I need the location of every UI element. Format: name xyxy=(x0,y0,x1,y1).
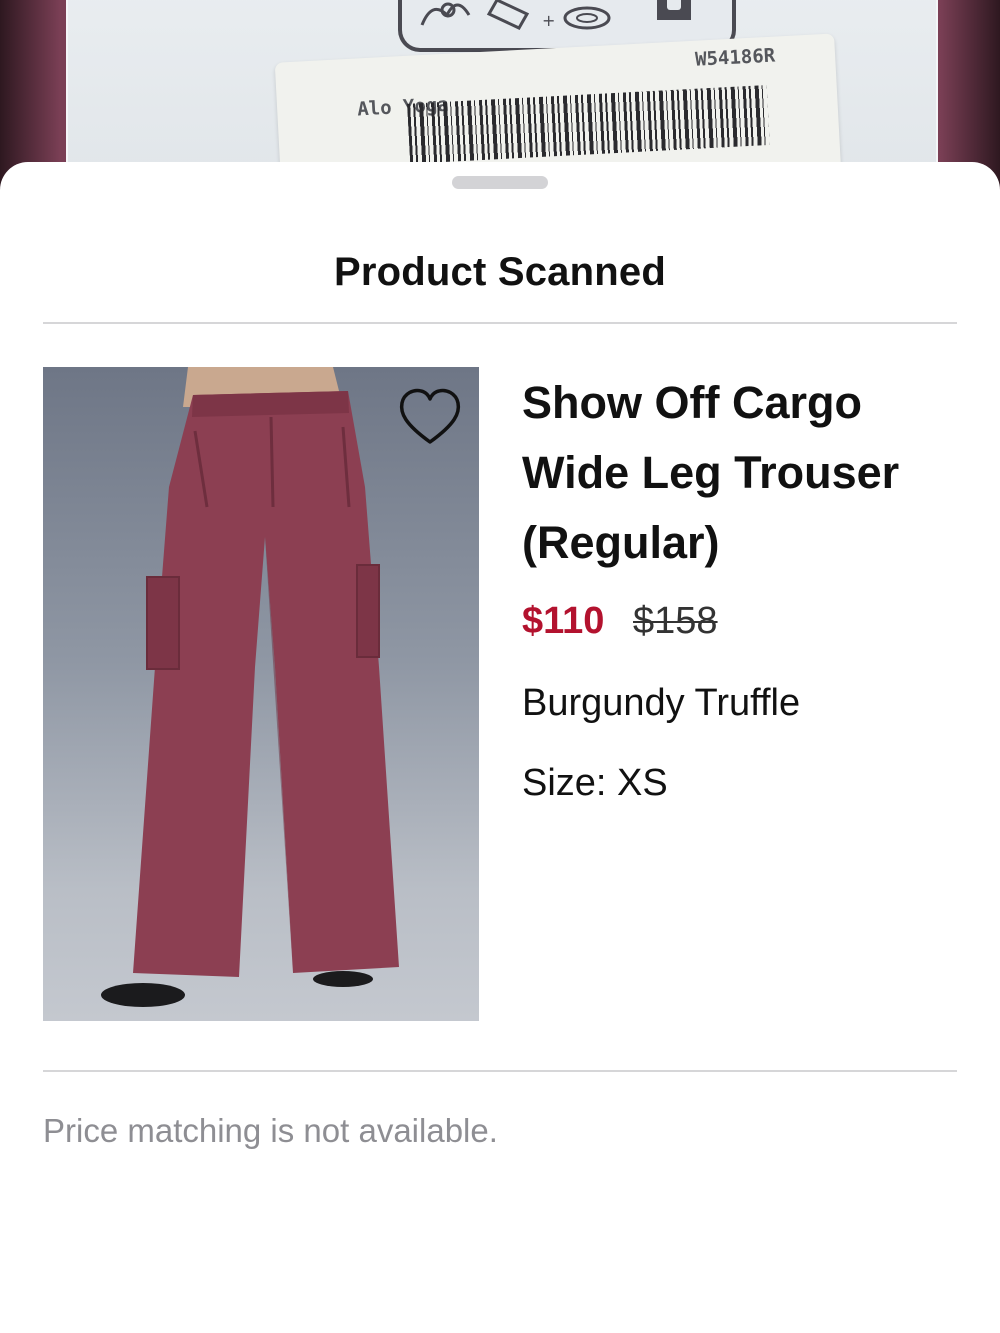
product-size: Size: XS xyxy=(522,760,962,806)
heart-outline-icon xyxy=(399,388,461,444)
product-color: Burgundy Truffle xyxy=(522,682,801,724)
svg-text:+: + xyxy=(542,11,555,30)
product-image[interactable] xyxy=(43,367,479,1021)
barcode xyxy=(407,85,770,164)
divider xyxy=(43,322,957,324)
favorite-button[interactable] xyxy=(397,386,463,448)
price-match-note: Price matching is not available. xyxy=(43,1112,498,1149)
product-info: Show Off Cargo Wide Leg Trouser (Regular… xyxy=(522,368,962,806)
product-name: Show Off Cargo Wide Leg Trouser (Regular… xyxy=(522,377,900,568)
size-label: Size: xyxy=(522,762,607,804)
size-value: XS xyxy=(617,762,668,804)
tag-code: W54186R xyxy=(694,44,776,71)
sheet-grabber[interactable] xyxy=(452,176,548,189)
sheet-title: Product Scanned xyxy=(334,250,666,294)
original-price: $158 xyxy=(633,600,718,642)
divider xyxy=(43,1070,957,1072)
price-row: $110 $158 xyxy=(522,596,962,646)
sale-price: $110 xyxy=(522,600,605,642)
